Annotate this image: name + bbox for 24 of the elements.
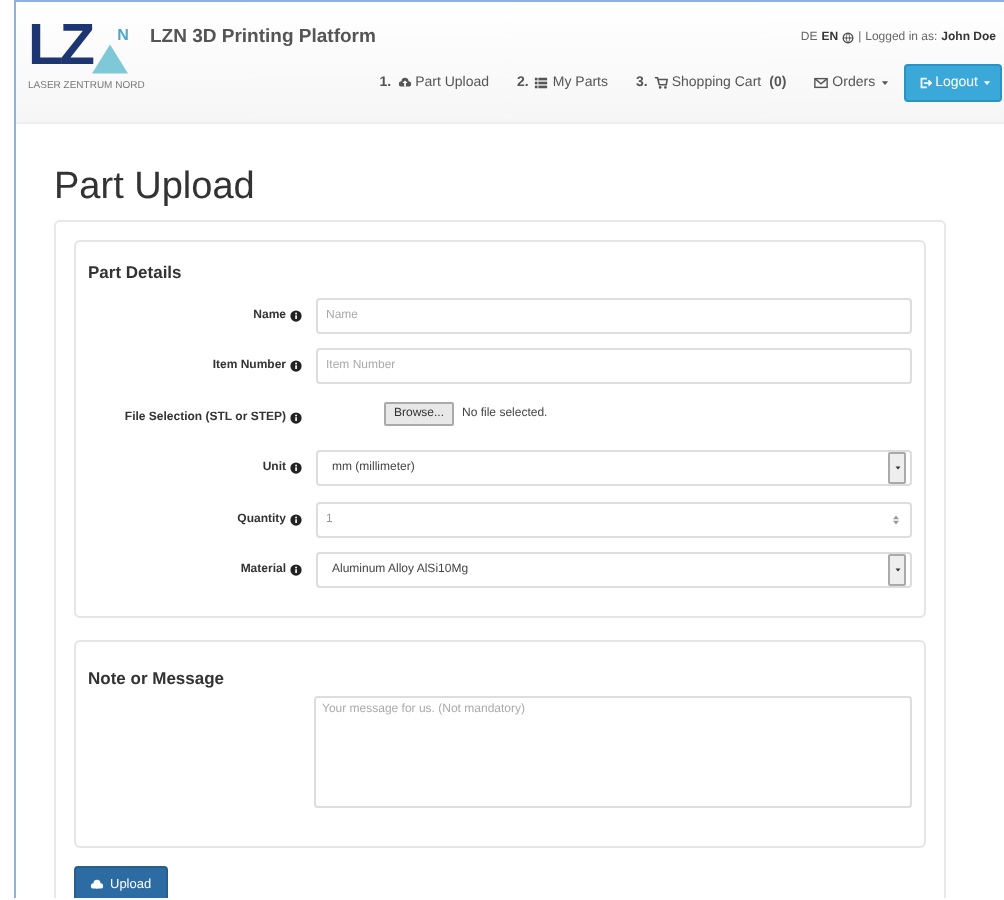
page-title: Part Upload: [54, 164, 257, 212]
dropdown-button[interactable]: [888, 452, 906, 485]
upload-icon: [90, 878, 104, 892]
info-icon: [290, 309, 302, 322]
dropdown-button[interactable]: [888, 554, 906, 587]
section-heading: Part Details: [88, 262, 184, 282]
site-title: LZN 3D Printing Platform: [150, 26, 376, 48]
section-heading: Note or Message: [88, 668, 227, 688]
spinner-icon: [890, 513, 902, 526]
info-icon: [290, 360, 302, 373]
info-icon: [290, 564, 302, 577]
list-icon: [534, 76, 549, 90]
envelope-icon: [814, 76, 829, 90]
caret-icon: [982, 78, 992, 88]
globe-icon: [842, 31, 855, 43]
info-icon: [290, 513, 302, 526]
caret-icon: [879, 78, 890, 88]
info-icon: [290, 411, 302, 424]
caret-icon: [893, 566, 901, 575]
caret-icon: [893, 464, 901, 473]
upload-icon: [397, 76, 412, 90]
logout-icon: [917, 76, 932, 90]
info-icon: [290, 462, 302, 475]
cart-icon: [653, 76, 668, 90]
